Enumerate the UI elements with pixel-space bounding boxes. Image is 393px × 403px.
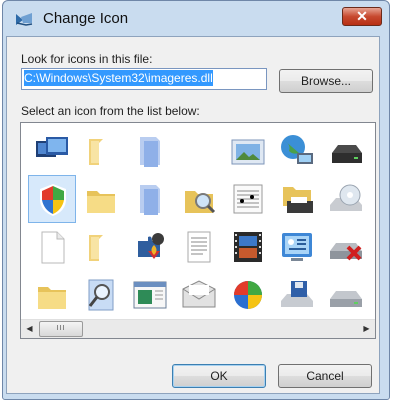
blank-icon [179, 131, 219, 171]
icon-cell[interactable] [126, 127, 174, 175]
drive-x-icon [330, 243, 362, 261]
icon-cell[interactable] [273, 127, 321, 175]
icon-cell[interactable] [224, 223, 272, 271]
icon-cell[interactable] [322, 127, 370, 175]
icon-cell[interactable] [224, 127, 272, 175]
icon-cell[interactable] [224, 271, 272, 319]
icon-cell[interactable] [126, 175, 174, 223]
icon-cell[interactable] [175, 223, 223, 271]
icon-cell[interactable] [28, 127, 76, 175]
folder-search-icon [185, 191, 216, 214]
icon-cell[interactable] [126, 271, 174, 319]
file-path-text: C:\Windows\System32\imageres.dll [24, 70, 213, 86]
icon-cell[interactable] [77, 127, 125, 175]
icon-cell[interactable] [28, 175, 76, 223]
browse-button[interactable]: Browse... [279, 69, 373, 93]
icon-cell[interactable] [126, 223, 174, 271]
icon-cell[interactable] [77, 271, 125, 319]
drive-gray-icon [330, 291, 362, 307]
icon-cell[interactable] [273, 271, 321, 319]
icon-cell[interactable] [77, 175, 125, 223]
floppy-drive-icon [281, 281, 313, 307]
globe-network-icon [281, 135, 313, 164]
blank-page-icon [41, 231, 65, 264]
window-title: Change Icon [43, 10, 129, 27]
windows-monitors-icon [36, 137, 68, 157]
title-bar[interactable]: Change Icon ✕ [3, 1, 389, 37]
icon-list[interactable]: ◀ III ▶ [20, 122, 376, 339]
folder-icon [38, 287, 66, 309]
file-path-input[interactable]: C:\Windows\System32\imageres.dll [21, 68, 267, 90]
scroll-left-arrow[interactable]: ◀ [21, 320, 38, 337]
horizontal-scrollbar[interactable]: ◀ III ▶ [21, 319, 375, 338]
printer-folder-icon [283, 187, 313, 213]
ok-button[interactable]: OK [172, 364, 266, 388]
security-shield-icon [40, 184, 66, 216]
icon-cell[interactable] [175, 271, 223, 319]
icon-cell[interactable] [322, 175, 370, 223]
cd-drive-icon [330, 184, 362, 211]
control-panel-icon [282, 233, 312, 261]
look-for-label: Look for icons in this file: [21, 52, 153, 66]
folder-icon [87, 191, 115, 213]
icon-cell[interactable] [28, 223, 76, 271]
drive-dark-icon [332, 145, 362, 163]
icon-cell[interactable] [175, 127, 223, 175]
select-icon-label: Select an icon from the list below: [21, 104, 200, 118]
icon-cell[interactable] [28, 271, 76, 319]
icon-cell[interactable] [322, 271, 370, 319]
icon-cell[interactable] [273, 175, 321, 223]
cancel-button[interactable]: Cancel [278, 364, 372, 388]
icon-cell[interactable] [322, 223, 370, 271]
folder-half-icon [89, 139, 103, 165]
close-button[interactable]: ✕ [342, 7, 382, 26]
icon-cell[interactable] [175, 175, 223, 223]
music-sheet-icon [233, 184, 263, 214]
blue-pages-icon [140, 137, 160, 167]
text-document-icon [187, 231, 211, 263]
search-document-icon [88, 279, 114, 311]
picture-frame-icon [231, 139, 265, 165]
envelope-icon [182, 280, 216, 308]
icon-cell[interactable] [224, 175, 272, 223]
change-icon-app-icon [16, 13, 33, 26]
blue-pages-icon [140, 185, 160, 215]
puzzle-suits-icon [138, 233, 164, 259]
scroll-right-arrow[interactable]: ▶ [358, 320, 375, 337]
filmstrip-icon [234, 232, 262, 262]
icon-cell[interactable] [273, 223, 321, 271]
icon-cell[interactable] [77, 223, 125, 271]
windows-shield-icon [234, 281, 262, 309]
window-app-icon [133, 281, 167, 309]
folder-half-icon [89, 235, 103, 261]
icon-grid [21, 123, 375, 320]
scroll-thumb[interactable]: III [39, 321, 83, 337]
